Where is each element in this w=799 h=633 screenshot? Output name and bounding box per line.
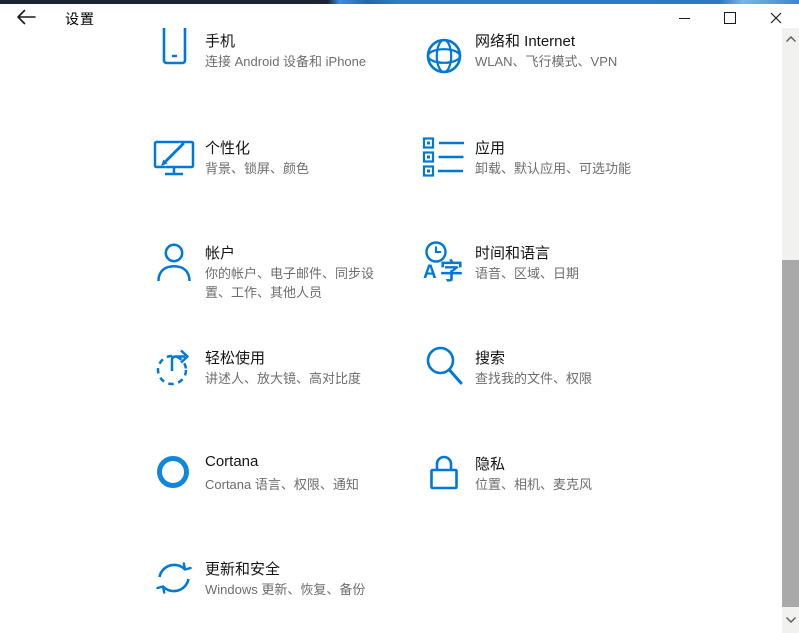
tile-ease-of-access[interactable]: 轻松使用 讲述人、放大镜、高对比度 [150,345,415,443]
svg-text:字: 字 [440,258,463,284]
search-icon [422,345,466,389]
tile-subtitle: 查找我的文件、权限 [475,369,690,388]
minimize-icon [679,18,690,19]
chevron-up-icon [785,35,797,43]
tile-title: 个性化 [205,137,250,158]
tile-subtitle: 卸载、默认应用、可选功能 [475,159,690,178]
tile-title: 隐私 [475,453,505,474]
ease-of-access-icon [152,345,196,389]
chevron-down-icon [785,616,797,624]
tile-apps[interactable]: 应用 卸载、默认应用、可选功能 [420,135,685,233]
apps-list-icon [422,135,466,179]
accounts-person-icon [152,240,196,284]
tile-subtitle: 连接 Android 设备和 iPhone [205,52,387,71]
time-language-icon: A 字 [422,240,466,284]
settings-home-grid: 手机 连接 Android 设备和 iPhone 网络和 Internet WL… [0,28,782,633]
tile-subtitle: WLAN、飞行模式、VPN [475,52,690,71]
scroll-down-button[interactable] [782,611,799,628]
tile-subtitle: Cortana 语言、权限、通知 [205,475,387,494]
tile-accounts[interactable]: 帐户 你的帐户、电子邮件、同步设置、工作、其他人员 [150,240,415,338]
tile-title: 时间和语言 [475,242,550,263]
tile-subtitle: 讲述人、放大镜、高对比度 [205,369,387,388]
page-title: 设置 [65,9,95,29]
tile-title: Cortana [205,453,258,470]
tile-network[interactable]: 网络和 Internet WLAN、飞行模式、VPN [420,28,685,126]
tile-time-language[interactable]: A 字 时间和语言 语音、区域、日期 [420,240,685,338]
tile-subtitle: 背景、锁屏、颜色 [205,159,387,178]
update-security-icon [152,556,196,600]
network-globe-icon [422,34,466,78]
vertical-scrollbar[interactable] [782,28,799,633]
tile-title: 帐户 [205,242,235,263]
close-icon [770,12,782,24]
maximize-icon [724,12,736,24]
back-arrow-icon [15,8,37,26]
privacy-lock-icon [422,451,466,495]
back-button[interactable] [8,4,44,30]
tile-title: 手机 [205,30,235,51]
tile-subtitle: 位置、相机、麦克风 [475,475,690,494]
phone-icon [152,28,196,72]
tile-subtitle: 你的帐户、电子邮件、同步设置、工作、其他人员 [205,264,387,302]
personalization-icon [152,135,196,179]
cortana-ring-icon [152,451,196,495]
tile-update-security[interactable]: 更新和安全 Windows 更新、恢复、备份 [150,556,415,633]
tile-phone[interactable]: 手机 连接 Android 设备和 iPhone [150,28,415,126]
tile-title: 更新和安全 [205,558,280,579]
tile-title: 应用 [475,137,505,158]
tile-title: 搜索 [475,347,505,368]
svg-text:A: A [423,262,437,283]
tile-subtitle: Windows 更新、恢复、备份 [205,580,387,599]
tile-title: 网络和 Internet [475,30,575,51]
titlebar: 设置 [0,4,799,30]
scrollbar-thumb[interactable] [782,260,799,607]
tile-subtitle: 语音、区域、日期 [475,264,690,283]
tile-search[interactable]: 搜索 查找我的文件、权限 [420,345,685,443]
tile-title: 轻松使用 [205,347,265,368]
tile-personalization[interactable]: 个性化 背景、锁屏、颜色 [150,135,415,233]
tile-privacy[interactable]: 隐私 位置、相机、麦克风 [420,451,685,549]
scroll-up-button[interactable] [782,30,799,47]
tile-cortana[interactable]: Cortana Cortana 语言、权限、通知 [150,451,415,549]
